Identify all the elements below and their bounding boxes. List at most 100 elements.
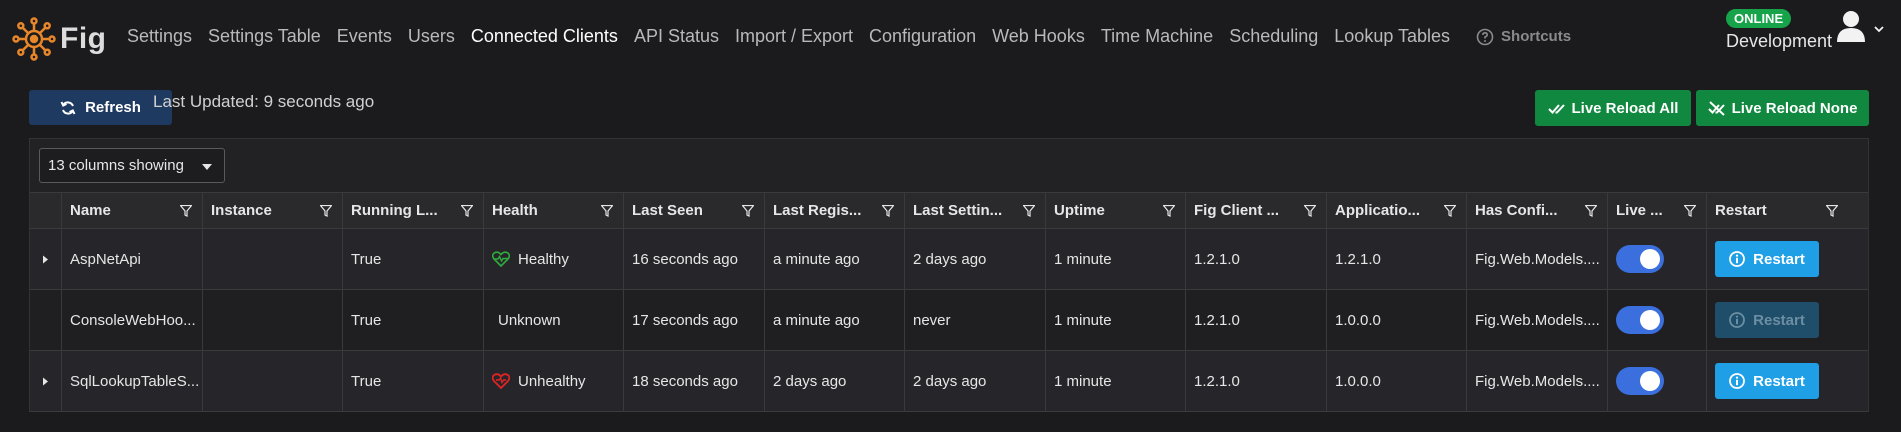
nav-import-export[interactable]: Import / Export bbox=[735, 26, 853, 47]
header-has-config[interactable]: Has Confi... bbox=[1467, 193, 1608, 228]
refresh-icon bbox=[60, 100, 76, 115]
double-check-off-icon bbox=[1707, 101, 1725, 116]
filter-icon[interactable] bbox=[1304, 205, 1316, 217]
filter-icon[interactable] bbox=[1444, 205, 1456, 217]
restart-button[interactable]: Restart bbox=[1715, 363, 1819, 399]
header-running-locally[interactable]: Running L... bbox=[343, 193, 484, 228]
nav-events[interactable]: Events bbox=[337, 26, 392, 47]
header-label: Restart bbox=[1715, 202, 1767, 219]
cell-name: ConsoleWebHoo... bbox=[62, 290, 203, 350]
nav-lookup-tables[interactable]: Lookup Tables bbox=[1334, 26, 1450, 47]
column-chooser-select[interactable]: 13 columns showing bbox=[39, 148, 225, 183]
uptime-text: 1 minute bbox=[1054, 250, 1112, 268]
cell-uptime: 1 minute bbox=[1046, 229, 1186, 289]
live-reload-toggle[interactable] bbox=[1616, 367, 1664, 395]
nav-scheduling[interactable]: Scheduling bbox=[1229, 26, 1318, 47]
filter-icon[interactable] bbox=[1163, 205, 1175, 217]
clients-table: Name Instance Running L... Health Last Seen L… bbox=[30, 192, 1868, 412]
live-reload-all-button[interactable]: Live Reload All bbox=[1535, 90, 1691, 126]
cell-health: Healthy bbox=[484, 229, 624, 289]
name-text: ConsoleWebHoo... bbox=[70, 311, 196, 329]
header-label: Fig Client ... bbox=[1194, 202, 1279, 219]
restart-button: Restart bbox=[1715, 302, 1819, 338]
header-label: Running L... bbox=[351, 202, 438, 219]
status-badge: ONLINE bbox=[1726, 9, 1792, 28]
nav-configuration[interactable]: Configuration bbox=[869, 26, 976, 47]
last-seen-text: 17 seconds ago bbox=[632, 311, 738, 329]
nav-time-machine[interactable]: Time Machine bbox=[1101, 26, 1213, 47]
restart-label: Restart bbox=[1753, 311, 1805, 329]
filter-icon[interactable] bbox=[320, 205, 332, 217]
cell-last-registration: a minute ago bbox=[765, 290, 905, 350]
shortcuts-link[interactable]: Shortcuts bbox=[1476, 28, 1571, 46]
filter-icon[interactable] bbox=[1684, 205, 1696, 217]
last-settings-text: never bbox=[913, 311, 951, 329]
brand[interactable]: Fig bbox=[12, 17, 107, 61]
application-version-text: 1.0.0.0 bbox=[1335, 372, 1381, 390]
expand-row-icon[interactable] bbox=[42, 377, 49, 386]
has-config-text: Fig.Web.Models.... bbox=[1475, 250, 1600, 268]
header-last-seen[interactable]: Last Seen bbox=[624, 193, 765, 228]
nav-api-status[interactable]: API Status bbox=[634, 26, 719, 47]
refresh-label: Refresh bbox=[85, 99, 141, 116]
nav-settings-table[interactable]: Settings Table bbox=[208, 26, 321, 47]
filter-icon[interactable] bbox=[742, 205, 754, 217]
filter-icon[interactable] bbox=[601, 205, 613, 217]
header-health[interactable]: Health bbox=[484, 193, 624, 228]
expand-row-icon[interactable] bbox=[42, 255, 49, 264]
cell-last-seen: 18 seconds ago bbox=[624, 351, 765, 411]
live-reload-toggle[interactable] bbox=[1616, 306, 1664, 334]
header-application-version[interactable]: Applicatio... bbox=[1327, 193, 1467, 228]
nav-users[interactable]: Users bbox=[408, 26, 455, 47]
nav-web-hooks[interactable]: Web Hooks bbox=[992, 26, 1085, 47]
header-instance[interactable]: Instance bbox=[203, 193, 343, 228]
live-reload-none-button[interactable]: Live Reload None bbox=[1696, 90, 1869, 126]
cell-fig-client-version: 1.2.1.0 bbox=[1186, 290, 1327, 350]
cell-last-settings: 2 days ago bbox=[905, 351, 1046, 411]
main-nav: Settings Settings Table Events Users Con… bbox=[127, 26, 1571, 47]
uptime-text: 1 minute bbox=[1054, 311, 1112, 329]
cell-application-version: 1.0.0.0 bbox=[1327, 290, 1467, 350]
header-name[interactable]: Name bbox=[62, 193, 203, 228]
cell-instance bbox=[203, 290, 343, 350]
user-menu[interactable] bbox=[1836, 9, 1884, 43]
running-locally-text: True bbox=[351, 311, 382, 329]
cell-uptime: 1 minute bbox=[1046, 351, 1186, 411]
header-restart[interactable]: Restart bbox=[1707, 193, 1848, 228]
cell-application-version: 1.2.1.0 bbox=[1327, 229, 1467, 289]
nav-settings[interactable]: Settings bbox=[127, 26, 192, 47]
running-locally-text: True bbox=[351, 372, 382, 390]
filter-icon[interactable] bbox=[1826, 205, 1838, 217]
header-last-settings[interactable]: Last Settin... bbox=[905, 193, 1046, 228]
fig-logo-icon bbox=[12, 17, 56, 61]
last-updated-text: Last Updated: 9 seconds ago bbox=[153, 92, 375, 111]
cell-live-reload bbox=[1608, 351, 1707, 411]
header-fig-client-version[interactable]: Fig Client ... bbox=[1186, 193, 1327, 228]
refresh-button[interactable]: Refresh bbox=[29, 90, 172, 125]
nav-connected-clients[interactable]: Connected Clients bbox=[471, 26, 618, 47]
cell-live-reload bbox=[1608, 229, 1707, 289]
cell-has-config: Fig.Web.Models.... bbox=[1467, 351, 1608, 411]
expand-cell bbox=[30, 229, 62, 289]
filter-icon[interactable] bbox=[1023, 205, 1035, 217]
filter-icon[interactable] bbox=[1585, 205, 1597, 217]
cell-name: SqlLookupTableS... bbox=[62, 351, 203, 411]
cell-running-locally: True bbox=[343, 229, 484, 289]
expand-cell bbox=[30, 290, 62, 350]
header-label: Last Regis... bbox=[773, 202, 862, 219]
cell-last-registration: a minute ago bbox=[765, 229, 905, 289]
header-last-registration[interactable]: Last Regis... bbox=[765, 193, 905, 228]
header-uptime[interactable]: Uptime bbox=[1046, 193, 1186, 228]
live-reload-toggle[interactable] bbox=[1616, 245, 1664, 273]
cell-running-locally: True bbox=[343, 290, 484, 350]
filter-icon[interactable] bbox=[461, 205, 473, 217]
filter-icon[interactable] bbox=[180, 205, 192, 217]
expand-cell bbox=[30, 351, 62, 411]
filter-icon[interactable] bbox=[882, 205, 894, 217]
fig-client-version-text: 1.2.1.0 bbox=[1194, 250, 1240, 268]
restart-button[interactable]: Restart bbox=[1715, 241, 1819, 277]
fig-client-version-text: 1.2.1.0 bbox=[1194, 311, 1240, 329]
restart-label: Restart bbox=[1753, 372, 1805, 390]
header-live-reload[interactable]: Live ... bbox=[1608, 193, 1707, 228]
cell-fig-client-version: 1.2.1.0 bbox=[1186, 351, 1327, 411]
